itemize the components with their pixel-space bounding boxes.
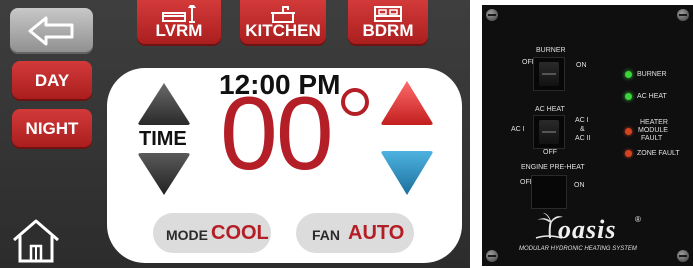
back-button[interactable] xyxy=(10,8,93,54)
room-button-bdrm[interactable]: BDRM xyxy=(348,0,428,46)
temp-up-button[interactable] xyxy=(379,78,435,126)
temperature-display: 00 xyxy=(220,76,334,192)
mode-button[interactable]: MODE COOL xyxy=(153,213,271,253)
day-button[interactable]: DAY xyxy=(12,61,92,101)
time-down-button[interactable] xyxy=(136,152,192,198)
zone-fault-light xyxy=(625,150,632,157)
engine-on-label: ON xyxy=(574,182,585,189)
burner-indicator-label: BURNER xyxy=(637,71,667,78)
ac-heat-indicator-label: AC HEAT xyxy=(637,93,667,100)
burner-switch-title: BURNER xyxy=(536,47,566,54)
heater-module-fault-light xyxy=(625,128,632,135)
home-icon[interactable] xyxy=(10,216,62,264)
engine-preheat-title: ENGINE PRE-HEAT xyxy=(521,164,585,171)
ac-heat-right-label-3: AC II xyxy=(575,135,591,142)
room-label-lvrm: LVRM xyxy=(155,21,203,40)
fan-value: AUTO xyxy=(348,222,405,244)
room-label-bdrm: BDRM xyxy=(362,21,414,40)
screw-icon xyxy=(486,250,498,262)
burner-off-label: OFF xyxy=(522,59,536,66)
fan-label: FAN xyxy=(312,227,340,243)
oasis-control-panel: BURNER OFF ON AC HEAT AC I AC I & AC II … xyxy=(482,5,693,266)
oasis-brand-logo: oasis xyxy=(558,215,617,244)
mode-label: MODE xyxy=(166,227,208,243)
ac-heat-left-label: AC I xyxy=(511,126,525,133)
time-up-button[interactable] xyxy=(136,80,192,126)
ac-heat-indicator-light xyxy=(625,93,632,100)
ac-heat-switch[interactable] xyxy=(533,115,565,149)
time-label: TIME xyxy=(139,128,187,150)
trademark-symbol: ® xyxy=(635,215,641,224)
oasis-tagline: MODULAR HYDRONIC HEATING SYSTEM xyxy=(519,246,637,252)
zone-fault-label: ZONE FAULT xyxy=(637,150,680,157)
heater-fault-label-3: FAULT xyxy=(641,135,663,142)
thermostat-screen: LVRM KITCHEN BDRM DAY NIGHT 12:00 PM TIM… xyxy=(0,0,470,268)
burner-on-label: ON xyxy=(576,62,587,69)
room-label-kitchen: KITCHEN xyxy=(245,21,321,40)
mode-value: COOL xyxy=(211,222,269,244)
screw-icon xyxy=(677,9,689,21)
temp-down-button[interactable] xyxy=(379,150,435,198)
fan-button[interactable]: FAN AUTO xyxy=(296,213,414,253)
night-button[interactable]: NIGHT xyxy=(12,109,92,149)
engine-preheat-switch[interactable] xyxy=(531,175,567,209)
heater-fault-label-1: HEATER xyxy=(640,119,668,126)
screw-icon xyxy=(486,9,498,21)
engine-off-label: OFF xyxy=(520,179,534,186)
heater-fault-label-2: MODULE xyxy=(638,127,668,134)
burner-indicator-light xyxy=(625,71,632,78)
screw-icon xyxy=(677,250,689,262)
degree-symbol xyxy=(341,88,369,116)
ac-heat-right-label-2: & xyxy=(580,126,585,133)
room-button-lvrm[interactable]: LVRM xyxy=(137,0,221,46)
burner-switch[interactable] xyxy=(533,57,565,91)
room-button-kitchen[interactable]: KITCHEN xyxy=(240,0,326,46)
ac-heat-right-label-1: AC I xyxy=(575,117,589,124)
ac-heat-switch-title: AC HEAT xyxy=(535,106,565,113)
back-arrow-icon xyxy=(28,16,74,46)
ac-heat-off-label: OFF xyxy=(543,149,557,156)
